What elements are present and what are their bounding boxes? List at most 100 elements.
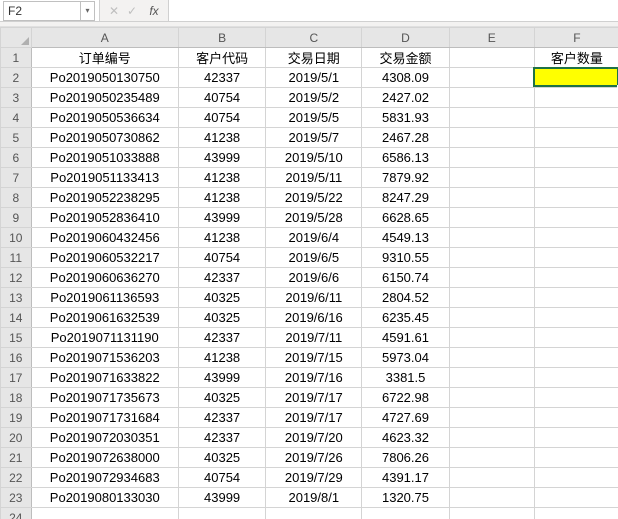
cell-E1[interactable]: [449, 48, 534, 68]
cell-E3[interactable]: [449, 88, 534, 108]
cell-E19[interactable]: [449, 408, 534, 428]
cell-D18[interactable]: 6722.98: [362, 388, 449, 408]
cell-B4[interactable]: 40754: [178, 108, 265, 128]
cell-B1[interactable]: 客户代码: [178, 48, 265, 68]
cell-D9[interactable]: 6628.65: [362, 208, 449, 228]
cell-C23[interactable]: 2019/8/1: [266, 488, 362, 508]
cell-F2[interactable]: [534, 68, 618, 88]
cell-B23[interactable]: 43999: [178, 488, 265, 508]
cell-D15[interactable]: 4591.61: [362, 328, 449, 348]
cell-D3[interactable]: 2427.02: [362, 88, 449, 108]
row-header-16[interactable]: 16: [1, 348, 32, 368]
cell-E17[interactable]: [449, 368, 534, 388]
row-header-21[interactable]: 21: [1, 448, 32, 468]
grid[interactable]: ABCDEF 1订单编号客户代码交易日期交易金额客户数量2Po201905013…: [0, 27, 618, 519]
cell-B12[interactable]: 42337: [178, 268, 265, 288]
cell-F23[interactable]: [534, 488, 618, 508]
row-header-10[interactable]: 10: [1, 228, 32, 248]
cell-E2[interactable]: [449, 68, 534, 88]
cell-B16[interactable]: 41238: [178, 348, 265, 368]
cell-C21[interactable]: 2019/7/26: [266, 448, 362, 468]
cell-D24[interactable]: [362, 508, 449, 519]
cell-F13[interactable]: [534, 288, 618, 308]
col-header-A[interactable]: A: [31, 28, 178, 48]
cell-F11[interactable]: [534, 248, 618, 268]
cell-A24[interactable]: [31, 508, 178, 519]
cell-D19[interactable]: 4727.69: [362, 408, 449, 428]
cell-D17[interactable]: 3381.5: [362, 368, 449, 388]
cell-D13[interactable]: 2804.52: [362, 288, 449, 308]
cell-D8[interactable]: 8247.29: [362, 188, 449, 208]
cell-E23[interactable]: [449, 488, 534, 508]
cell-B2[interactable]: 42337: [178, 68, 265, 88]
cell-D1[interactable]: 交易金额: [362, 48, 449, 68]
cell-F18[interactable]: [534, 388, 618, 408]
col-header-D[interactable]: D: [362, 28, 449, 48]
cell-E7[interactable]: [449, 168, 534, 188]
cell-D10[interactable]: 4549.13: [362, 228, 449, 248]
cell-C4[interactable]: 2019/5/5: [266, 108, 362, 128]
cell-B21[interactable]: 40325: [178, 448, 265, 468]
col-header-F[interactable]: F: [534, 28, 618, 48]
row-header-11[interactable]: 11: [1, 248, 32, 268]
cell-D14[interactable]: 6235.45: [362, 308, 449, 328]
cell-E15[interactable]: [449, 328, 534, 348]
cell-D20[interactable]: 4623.32: [362, 428, 449, 448]
cell-A12[interactable]: Po2019060636270: [31, 268, 178, 288]
cell-C5[interactable]: 2019/5/7: [266, 128, 362, 148]
cell-F7[interactable]: [534, 168, 618, 188]
row-header-13[interactable]: 13: [1, 288, 32, 308]
cell-E22[interactable]: [449, 468, 534, 488]
cell-C12[interactable]: 2019/6/6: [266, 268, 362, 288]
cell-B24[interactable]: [178, 508, 265, 519]
cell-B11[interactable]: 40754: [178, 248, 265, 268]
cell-F6[interactable]: [534, 148, 618, 168]
cell-E12[interactable]: [449, 268, 534, 288]
cell-C6[interactable]: 2019/5/10: [266, 148, 362, 168]
cell-E18[interactable]: [449, 388, 534, 408]
cell-F4[interactable]: [534, 108, 618, 128]
enter-icon[interactable]: ✓: [124, 4, 140, 18]
cell-C8[interactable]: 2019/5/22: [266, 188, 362, 208]
cell-F16[interactable]: [534, 348, 618, 368]
cell-D22[interactable]: 4391.17: [362, 468, 449, 488]
cell-A5[interactable]: Po2019050730862: [31, 128, 178, 148]
cell-F17[interactable]: [534, 368, 618, 388]
cell-C10[interactable]: 2019/6/4: [266, 228, 362, 248]
row-header-7[interactable]: 7: [1, 168, 32, 188]
cell-C15[interactable]: 2019/7/11: [266, 328, 362, 348]
cell-F21[interactable]: [534, 448, 618, 468]
cell-B9[interactable]: 43999: [178, 208, 265, 228]
cell-E4[interactable]: [449, 108, 534, 128]
cell-C3[interactable]: 2019/5/2: [266, 88, 362, 108]
cell-E24[interactable]: [449, 508, 534, 519]
cell-A16[interactable]: Po2019071536203: [31, 348, 178, 368]
cell-F5[interactable]: [534, 128, 618, 148]
cell-A7[interactable]: Po2019051133413: [31, 168, 178, 188]
cell-E21[interactable]: [449, 448, 534, 468]
cell-B5[interactable]: 41238: [178, 128, 265, 148]
cell-C22[interactable]: 2019/7/29: [266, 468, 362, 488]
cell-A17[interactable]: Po2019071633822: [31, 368, 178, 388]
cell-C9[interactable]: 2019/5/28: [266, 208, 362, 228]
row-header-5[interactable]: 5: [1, 128, 32, 148]
cell-B20[interactable]: 42337: [178, 428, 265, 448]
cancel-icon[interactable]: ✕: [106, 4, 122, 18]
cell-B19[interactable]: 42337: [178, 408, 265, 428]
cell-A8[interactable]: Po2019052238295: [31, 188, 178, 208]
col-header-B[interactable]: B: [178, 28, 265, 48]
cell-F1[interactable]: 客户数量: [534, 48, 618, 68]
cell-D21[interactable]: 7806.26: [362, 448, 449, 468]
cell-E8[interactable]: [449, 188, 534, 208]
cell-A15[interactable]: Po2019071131190: [31, 328, 178, 348]
row-header-15[interactable]: 15: [1, 328, 32, 348]
cell-D7[interactable]: 7879.92: [362, 168, 449, 188]
cell-A22[interactable]: Po2019072934683: [31, 468, 178, 488]
cell-C19[interactable]: 2019/7/17: [266, 408, 362, 428]
cell-A18[interactable]: Po2019071735673: [31, 388, 178, 408]
cell-E9[interactable]: [449, 208, 534, 228]
cell-C20[interactable]: 2019/7/20: [266, 428, 362, 448]
cell-F22[interactable]: [534, 468, 618, 488]
row-header-23[interactable]: 23: [1, 488, 32, 508]
cell-F24[interactable]: [534, 508, 618, 519]
